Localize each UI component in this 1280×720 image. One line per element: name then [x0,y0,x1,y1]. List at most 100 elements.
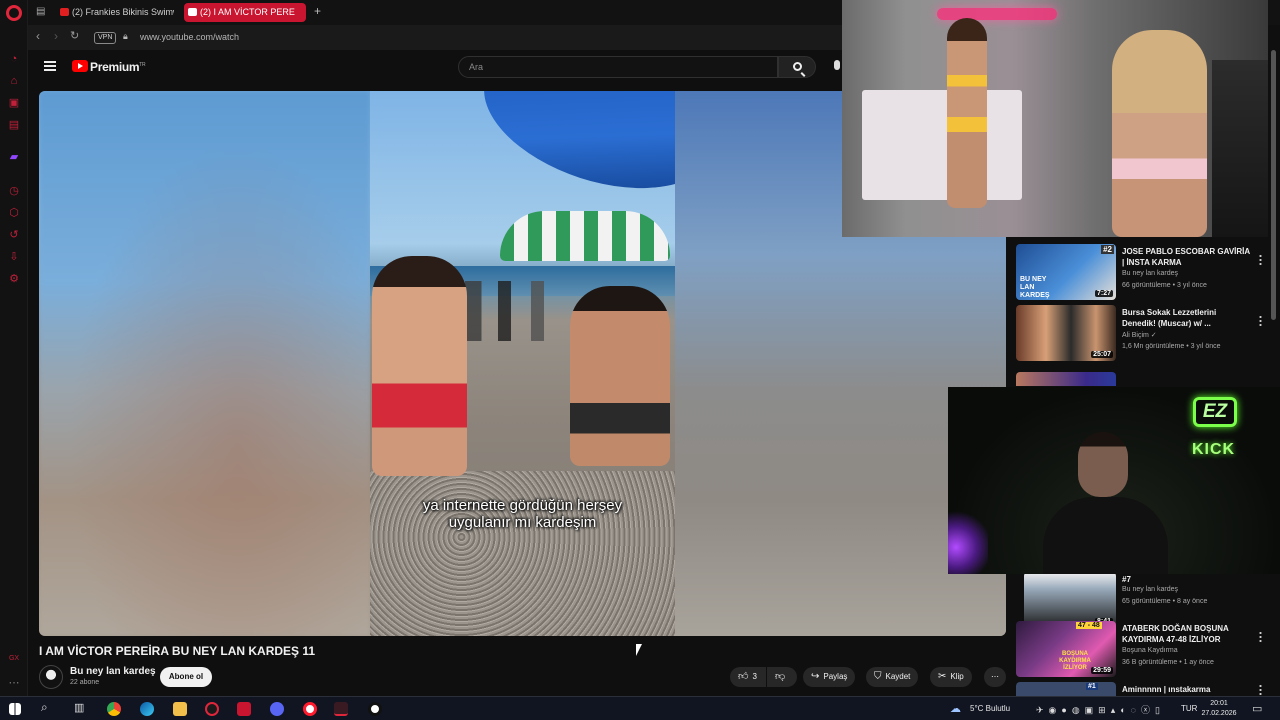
pebble-beach [370,471,675,636]
tray-icons[interactable]: ✈◉●◍▣⊞▴◐◌ⓧ▯ [1036,703,1165,716]
chrome-icon[interactable] [107,702,121,716]
video-meta: 65 görüntüleme • 8 ay önce [1122,598,1208,605]
speaker-icon [188,8,197,16]
obs-icon[interactable] [368,702,382,716]
runway-model-front [947,18,987,208]
opera-logo-icon[interactable] [6,5,22,21]
tab-switcher-icon[interactable]: ▤ [36,6,45,17]
search-taskbar-icon[interactable]: ⌕ [41,700,48,715]
tab-victor-pereira[interactable]: (2) I AM VİCTOR PERE [184,3,306,22]
weather-text[interactable]: 5°C Bulutlu [970,704,1010,713]
mic-icon[interactable] [834,60,840,70]
language-indicator[interactable]: TUR [1181,704,1197,713]
kick-neon-sign: KICK [1192,441,1236,458]
opera-gx-icon[interactable] [205,702,219,716]
sidebar-cube-icon[interactable]: ⬡ [7,206,21,220]
discord-icon[interactable] [270,702,284,716]
save-button[interactable]: ⛉ Kaydet [866,667,919,687]
channel-name[interactable]: Bu ney lan kardeş [70,666,156,677]
bookmark-icon: ⛉ [874,671,882,682]
video-title[interactable]: JOSE PABLO ESCOBAR GAVİRİA | İNSTA KARMA [1122,246,1252,268]
video-channel[interactable]: Boşuna Kaydırma [1122,647,1178,654]
person-left [372,256,467,476]
video-title[interactable]: Bursa Sokak Lezzetlerini Denedik! (Musca… [1122,307,1252,329]
video-channel[interactable]: Bu ney lan kardeş [1122,270,1178,277]
video-channel[interactable]: Bu ney lan kardeş [1122,586,1178,593]
like-button[interactable]: 👍︎ 3 [730,667,766,687]
tab-label: (2) I AM VİCTOR PERE [200,7,295,17]
vpn-badge[interactable]: VPN [94,32,117,44]
new-tab-button[interactable]: + [314,4,321,18]
sidebar-settings-icon[interactable]: ⚙ [7,272,21,286]
video-thumbnail[interactable]: 8:41 [1024,572,1116,628]
weather-icon[interactable]: ☁ [950,702,961,715]
sidebar-more-icon[interactable]: ⋯ [7,676,21,690]
video-thumbnail[interactable] [1016,372,1116,386]
related-video-card[interactable] [1016,372,1278,386]
dislike-button[interactable]: 👎︎ [767,667,797,687]
video-frame: ya internette gördüğün herşey uygulanır … [370,91,675,636]
more-button[interactable]: ⋯ [984,667,1006,687]
channel-subscribers: 22 abone [70,679,100,686]
kebab-menu-icon[interactable] [1259,684,1262,695]
file-explorer-icon[interactable] [173,702,187,716]
search-button[interactable] [778,56,816,78]
video-title[interactable]: ATABERK DOĞAN BOŞUNA KAYDIRMA 47-48 İZLİ… [1122,623,1252,645]
channel-avatar[interactable] [39,665,63,689]
back-icon[interactable]: ‹ [36,29,40,43]
sidebar-messenger-icon[interactable]: ◔ [7,52,21,66]
kebab-menu-icon[interactable] [1259,315,1262,326]
video-thumbnail[interactable]: 25:07 [1016,305,1116,361]
video-meta: 1,6 Mn görüntüleme • 3 yıl önce [1122,343,1221,350]
kebab-menu-icon[interactable] [1259,631,1262,642]
subscribe-button[interactable]: Abone ol [160,667,212,687]
kebab-menu-icon[interactable] [1259,254,1262,265]
channel-label: Ali Biçim [1122,332,1149,339]
sidebar-twitch-icon[interactable]: ▰ [7,150,21,164]
page-scrollbar[interactable] [1271,50,1276,320]
youtube-logo-icon[interactable] [72,60,88,72]
reload-icon[interactable]: ↻ [70,29,79,42]
related-video-card[interactable]: 25:07 Bursa Sokak Lezzetlerini Denedik! … [1016,305,1278,363]
mouse-cursor-icon [636,644,642,656]
forward-icon[interactable]: › [54,29,58,43]
search-icon [793,62,802,71]
sidebar-bag-icon[interactable]: ⌂ [7,74,21,88]
search-input[interactable]: Ara [458,56,778,78]
sidebar-box-icon[interactable]: ▤ [7,118,21,132]
sidebar-mail-icon[interactable]: ▣ [7,96,21,110]
lock-icon[interactable]: 🔒︎ [123,31,128,42]
video-thumbnail[interactable]: 47 - 48 BOŞUNA KAYDIRMA İZLİYOR 29:59 [1016,621,1116,677]
logo-text: Premium [90,60,140,74]
video-editor-icon[interactable] [237,702,251,716]
task-view-icon[interactable]: ▥ [74,701,84,714]
opera-icon[interactable] [303,702,317,716]
video-thumbnail[interactable]: #1 [1016,682,1116,696]
video-title[interactable]: #7 [1122,574,1252,585]
tab-frankies[interactable]: (2) Frankies Bikinis Swimw [56,3,174,22]
opera-gx-active-icon[interactable] [334,702,348,716]
sidebar-gx-icon[interactable]: GX [7,652,21,666]
youtube-premium-logo[interactable]: PremiumTR [90,60,146,74]
related-video-card[interactable]: BU NEY LAN KARDEŞ #2 7:27 JOSE PABLO ESC… [1016,244,1278,302]
url-field[interactable]: www.youtube.com/watch [140,32,239,42]
clip-button[interactable]: ✂ Klip [930,667,972,687]
notification-icon[interactable]: ▭ [1252,702,1262,715]
related-video-card[interactable]: 47 - 48 BOŞUNA KAYDIRMA İZLİYOR 29:59 AT… [1016,621,1278,679]
share-button[interactable]: ↪ Paylaş [803,667,856,687]
beach-crowd [465,281,575,341]
menu-icon[interactable] [44,61,56,71]
runway-model-back [1112,30,1207,237]
windows-start-icon[interactable] [9,703,21,715]
edge-icon[interactable] [140,702,154,716]
related-video-card[interactable]: #1 Aminnnnn | ınstakarma [1016,682,1278,696]
sidebar-download-icon[interactable]: ⇩ [7,250,21,264]
tab-label: (2) Frankies Bikinis Swimw [72,7,174,17]
clock[interactable]: 20:01 27.02.2026 [1196,699,1242,719]
video-channel[interactable]: Ali Biçim ✓ [1122,331,1157,339]
video-thumbnail[interactable]: BU NEY LAN KARDEŞ #2 7:27 [1016,244,1116,300]
video-title[interactable]: Aminnnnn | ınstakarma [1122,684,1252,695]
sidebar-clock-icon[interactable]: ◷ [7,184,21,198]
like-count: 3 [752,672,757,681]
sidebar-history-icon[interactable]: ↺ [7,228,21,242]
